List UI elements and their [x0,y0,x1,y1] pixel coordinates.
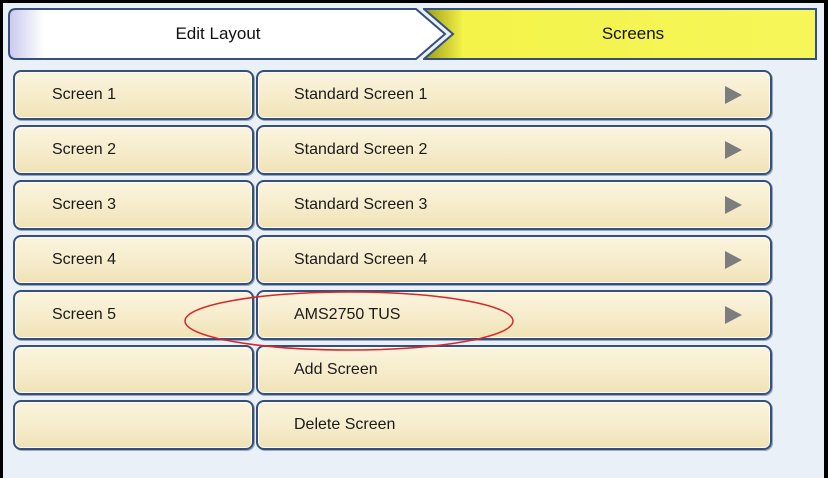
screen-name-button-3[interactable]: Screen 3 [13,180,254,230]
add-screen-button[interactable]: Add Screen [256,345,772,395]
breadcrumb-edit-layout-label: Edit Layout [175,24,261,43]
play-arrow-icon [725,251,742,269]
screen-type-label: Standard Screen 1 [294,86,428,103]
breadcrumb-screens[interactable]: Screens [423,8,823,60]
play-arrow-icon [725,196,742,214]
breadcrumb-screens-label: Screens [601,24,665,43]
screen-name-button-5[interactable]: Screen 5 [13,290,254,340]
app-window: Edit Layout Screens Screen 1 Standard Sc… [0,0,828,478]
play-arrow-icon [725,141,742,159]
play-arrow-icon [725,306,742,324]
screen-name-button-4[interactable]: Screen 4 [13,235,254,285]
screen-name-label: Screen 2 [52,141,117,158]
screen-select-button-4[interactable]: Standard Screen 4 [256,235,772,285]
screen-type-label: Standard Screen 3 [294,196,428,213]
screen-select-button-3[interactable]: Standard Screen 3 [256,180,772,230]
screen-name-label: Screen 3 [52,196,117,213]
screen-type-label: Standard Screen 4 [294,251,428,268]
screen-name-label: Screen 1 [52,86,117,103]
delete-screen-button[interactable]: Delete Screen [256,400,772,450]
empty-name-button-7[interactable] [13,400,254,450]
screen-name-label: Screen 5 [52,306,117,323]
breadcrumb-edit-layout[interactable]: Edit Layout [8,8,452,60]
play-arrow-icon [725,86,742,104]
screen-type-label: Standard Screen 2 [294,141,428,158]
screen-name-button-2[interactable]: Screen 2 [13,125,254,175]
screen-select-button-1[interactable]: Standard Screen 1 [256,70,772,120]
add-screen-label: Add Screen [294,361,378,378]
screen-select-button-5[interactable]: AMS2750 TUS [256,290,772,340]
screen-name-button-1[interactable]: Screen 1 [13,70,254,120]
delete-screen-label: Delete Screen [294,416,396,433]
screen-type-label: AMS2750 TUS [294,306,401,323]
empty-name-button-6[interactable] [13,345,254,395]
screen-name-label: Screen 4 [52,251,117,268]
screen-select-button-2[interactable]: Standard Screen 2 [256,125,772,175]
